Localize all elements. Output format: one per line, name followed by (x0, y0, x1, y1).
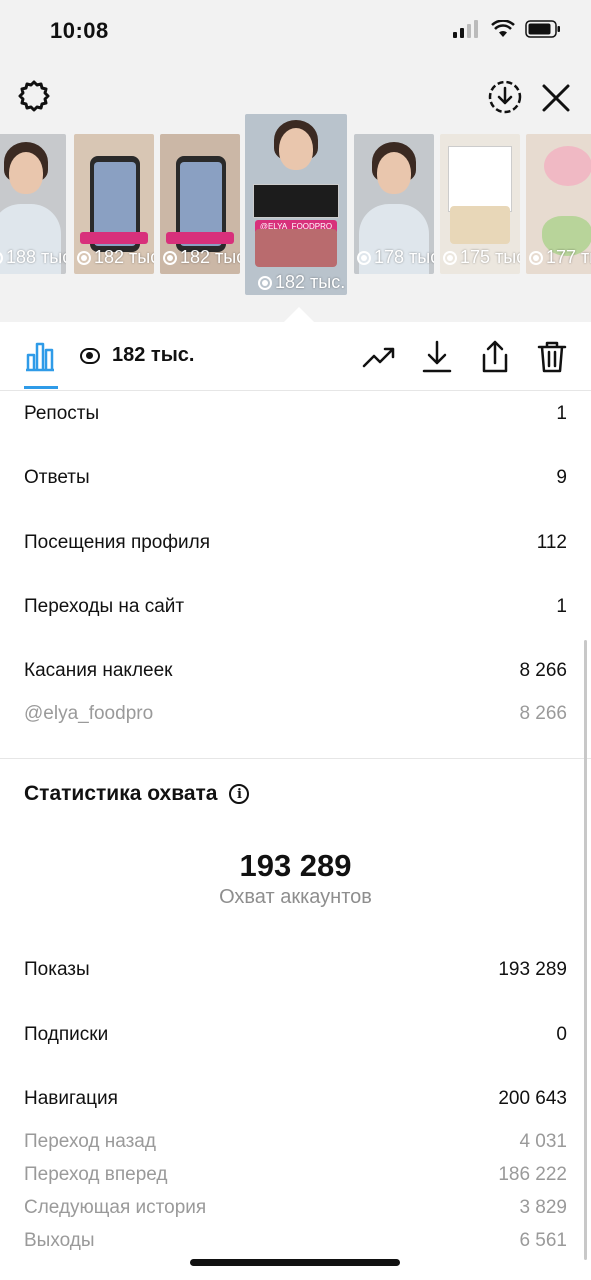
share-button[interactable] (476, 338, 514, 376)
toolbar-views-count: 182 тыс. (112, 344, 195, 366)
stat-value: 6 561 (519, 1230, 567, 1251)
stat-row-forward: Переход вперед 186 222 (24, 1160, 567, 1190)
stat-row-exits: Выходы 6 561 (24, 1226, 567, 1256)
story-thumbnail[interactable]: 177 тыс (526, 134, 591, 274)
tab-insights[interactable] (22, 338, 58, 374)
stat-row-next-story: Следующая история 3 829 (24, 1193, 567, 1223)
stat-row-website-taps: Переходы на сайт 1 (24, 592, 567, 622)
active-story-pointer (284, 307, 314, 322)
eye-icon (77, 250, 91, 265)
download-circle-icon (488, 80, 522, 114)
stat-label: Переходы на сайт (24, 596, 185, 617)
scrollbar[interactable] (584, 640, 587, 1260)
wifi-icon (491, 20, 515, 37)
reach-section-title: Статистика охвата i (24, 782, 250, 806)
status-time: 10:08 (50, 18, 109, 43)
close-button[interactable] (538, 80, 574, 116)
story-thumbnail[interactable]: 182 тыс (160, 134, 240, 274)
stat-row-back: Переход назад 4 031 (24, 1127, 567, 1157)
status-bar: 10:08 (0, 0, 591, 62)
stat-label: Показы (24, 959, 90, 980)
active-tab-indicator (24, 386, 58, 389)
stat-value: 112 (536, 532, 567, 553)
stat-value: 4 031 (519, 1131, 567, 1152)
eye-icon (258, 275, 272, 290)
close-icon (542, 84, 570, 112)
story-toolbar: 182 тыс. (0, 322, 591, 391)
delete-button[interactable] (533, 338, 571, 376)
stat-label: @elya_foodpro (24, 703, 154, 724)
settings-button[interactable] (16, 78, 52, 114)
stat-label: Репосты (24, 403, 100, 424)
story-thumbnails: 188 тыс 182 тыс 182 тыс @ELYA_FOODPRO 18… (0, 114, 591, 304)
story-view-count: 182 тыс (74, 247, 154, 268)
status-icons (453, 20, 561, 38)
stat-value: 193 289 (498, 959, 567, 980)
eye-icon (529, 250, 543, 265)
stat-label: Посещения профиля (24, 532, 210, 553)
story-thumbnail[interactable]: 175 тыс (440, 134, 520, 274)
promote-button[interactable] (360, 340, 398, 374)
save-story-button[interactable] (486, 78, 524, 116)
eye-icon (443, 250, 457, 265)
story-view-count: 177 тыс (526, 247, 591, 268)
stat-label: Ответы (24, 467, 90, 488)
accounts-reached-number: 193 289 (239, 848, 352, 883)
stat-label: Касания наклеек (24, 660, 173, 681)
stat-label: Подписки (24, 1024, 109, 1045)
stat-label: Переход назад (24, 1131, 156, 1152)
toolbar-views: 182 тыс. (80, 344, 194, 367)
accounts-reached-label: Охват аккаунтов (219, 886, 372, 908)
stat-row-replies: Ответы 9 (24, 463, 567, 493)
share-icon (482, 340, 508, 373)
trending-up-icon (362, 347, 395, 368)
stat-row-impressions: Показы 193 289 (24, 955, 567, 985)
story-view-count: 175 тыс (440, 247, 520, 268)
stat-row-navigation: Навигация 200 643 (24, 1084, 567, 1114)
story-view-count: 182 тыс. (255, 272, 347, 293)
trash-icon (537, 341, 567, 373)
stat-value: 8 266 (519, 660, 567, 681)
stat-row-follows: Подписки 0 (24, 1020, 567, 1050)
eye-icon (357, 250, 371, 265)
home-indicator[interactable] (190, 1259, 400, 1266)
info-icon[interactable]: i (229, 784, 250, 804)
eye-icon (0, 250, 3, 265)
section-divider (0, 758, 591, 759)
story-thumbnail[interactable]: 188 тыс (0, 134, 66, 274)
download-icon (422, 340, 452, 373)
stat-row-profile-visits: Посещения профиля 112 (24, 528, 567, 558)
bar-chart-icon (26, 342, 54, 372)
stat-row-reposts: Репосты 1 (24, 399, 567, 429)
story-thumbnail[interactable]: 182 тыс (74, 134, 154, 274)
eye-icon (163, 250, 177, 265)
stat-value: 1 (556, 596, 567, 617)
story-thumbnail[interactable]: 178 тыс (354, 134, 434, 274)
story-thumbnail-active[interactable]: @ELYA_FOODPRO 182 тыс. (245, 114, 347, 295)
stat-value: 3 829 (519, 1197, 567, 1218)
stat-value: 0 (556, 1024, 567, 1045)
stat-label: Навигация (24, 1088, 118, 1109)
stat-value: 9 (556, 467, 567, 488)
stat-value: 200 643 (498, 1088, 567, 1109)
story-view-count: 188 тыс (0, 247, 66, 268)
story-view-count: 178 тыс (354, 247, 434, 268)
stat-row-mention-sticker: @elya_foodpro 8 266 (24, 699, 567, 729)
signal-icon (453, 20, 478, 38)
stat-label: Переход вперед (24, 1164, 168, 1185)
stat-row-sticker-taps: Касания наклеек 8 266 (24, 656, 567, 686)
stat-label: Выходы (24, 1230, 95, 1251)
download-button[interactable] (418, 338, 456, 376)
reach-title-text: Статистика охвата (24, 782, 218, 805)
story-view-count: 182 тыс (160, 247, 240, 268)
stat-value: 186 222 (498, 1164, 567, 1185)
battery-icon (525, 20, 560, 38)
stat-value: 8 266 (519, 703, 567, 724)
gear-icon (18, 80, 50, 112)
stat-value: 1 (556, 403, 567, 424)
stat-label: Следующая история (24, 1197, 207, 1218)
eye-icon (80, 347, 100, 364)
